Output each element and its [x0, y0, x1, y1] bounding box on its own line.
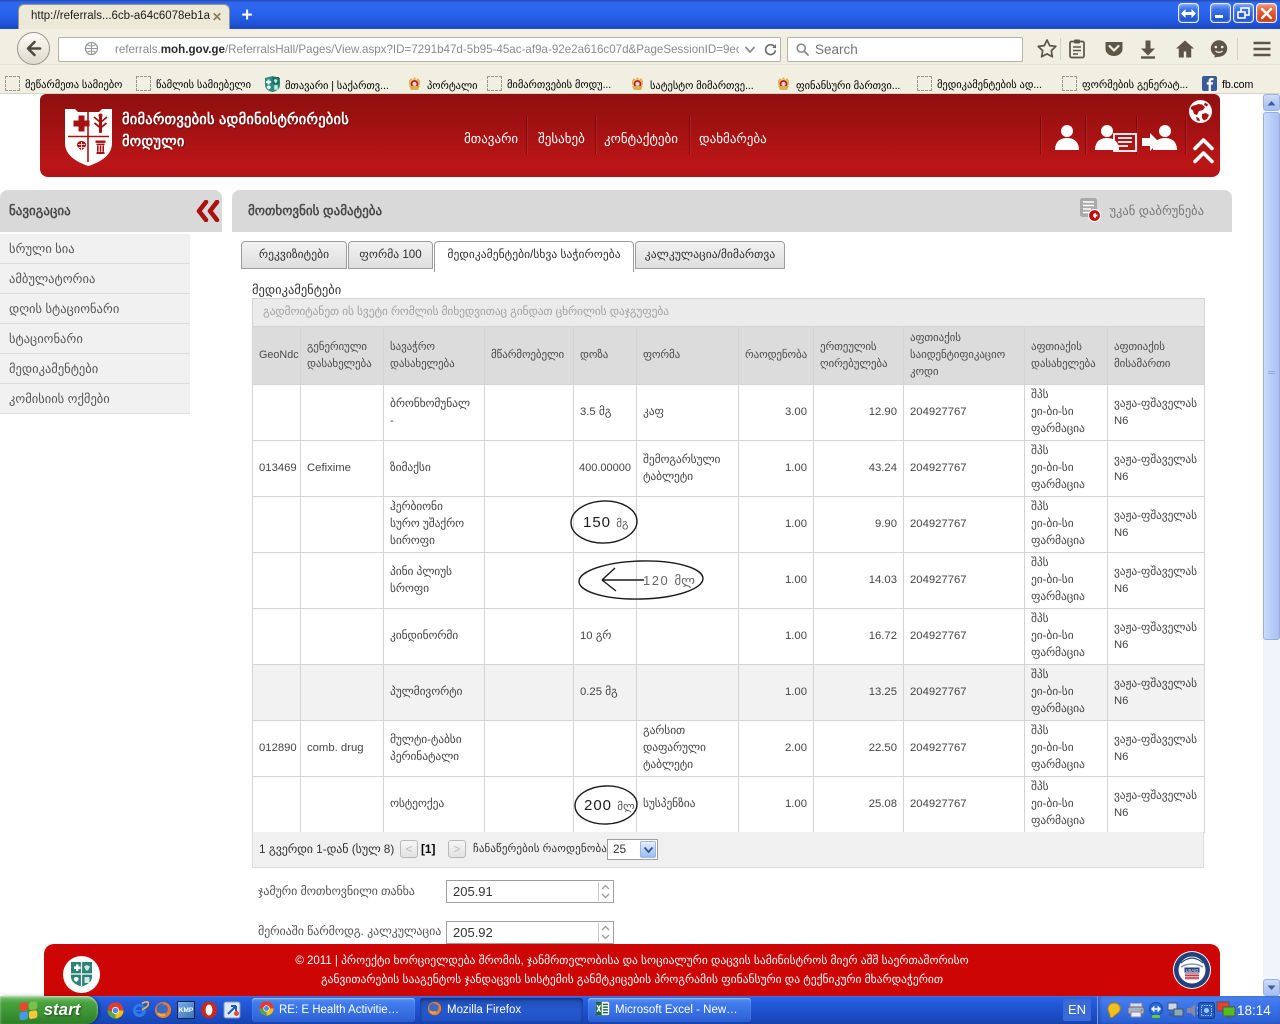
svg-text:USAID: USAID	[1186, 968, 1199, 973]
